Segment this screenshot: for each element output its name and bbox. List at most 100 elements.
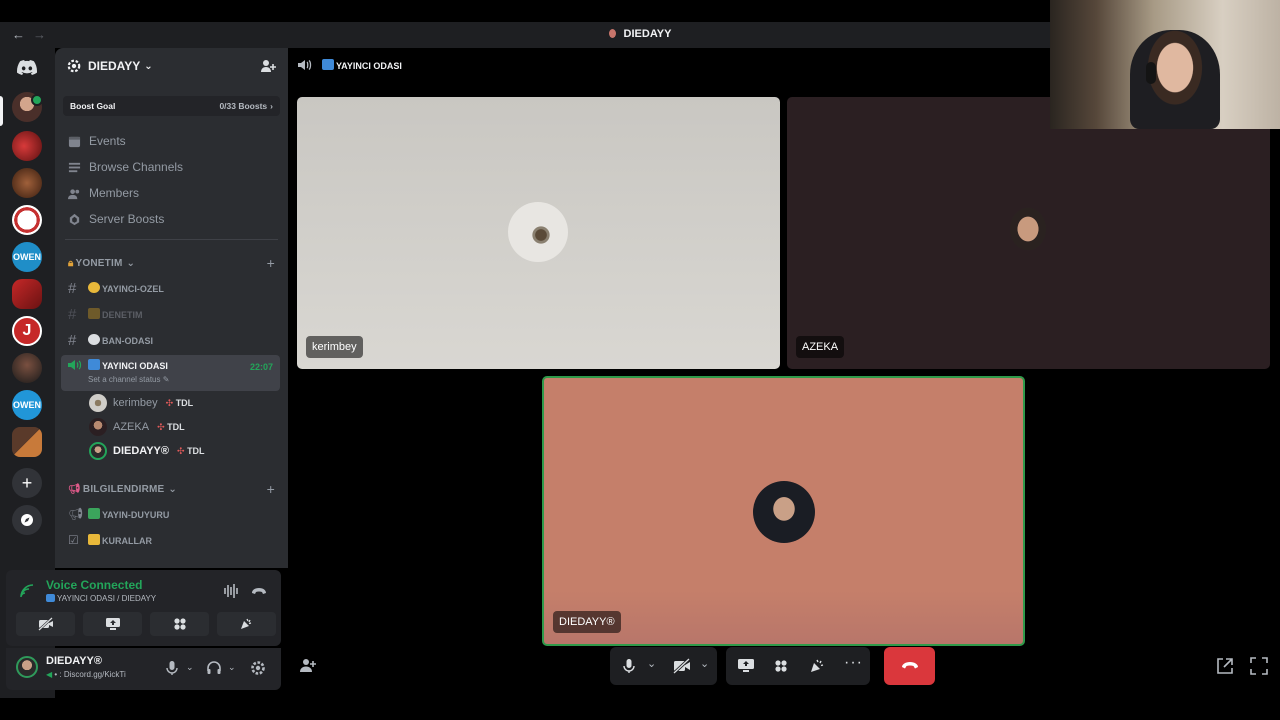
channel-ban-odasi[interactable]: # BAN-ODASI xyxy=(55,327,288,353)
invite-to-voice-icon[interactable] xyxy=(299,657,317,673)
server-menu: Events Browse Channels Members Server Bo… xyxy=(55,128,288,232)
hash-icon: # xyxy=(68,279,77,297)
user-status[interactable]: ◀︎ • : Discord.gg/KickTi xyxy=(46,670,150,679)
participant-name: DIEDAYY® xyxy=(553,611,621,633)
screen-share-button[interactable] xyxy=(737,658,755,674)
channel-denetim[interactable]: # DENETIM xyxy=(55,301,288,327)
activities-button[interactable] xyxy=(774,659,788,673)
boost-count: 0/33 Boosts xyxy=(219,101,268,111)
server-header[interactable]: DIEDAYY ⌄ xyxy=(55,48,288,84)
server-icon-8[interactable] xyxy=(12,353,42,383)
chevron-down-icon[interactable]: ⌄ xyxy=(186,662,194,673)
screen-share-button[interactable] xyxy=(83,612,142,636)
microphone-button[interactable] xyxy=(622,658,636,674)
server-folder-icon[interactable] xyxy=(12,427,42,457)
soundboard-button[interactable] xyxy=(217,612,276,636)
participant-avatar xyxy=(1000,202,1056,262)
voice-connected-panel: Voice Connected YAYINCI ODASI / DIEDAYY xyxy=(6,570,281,646)
video-tile-kerimbey[interactable]: kerimbey xyxy=(297,97,780,369)
voice-channel-yayinci-odasi[interactable]: YAYINCI ODASI 22:07 Set a channel status… xyxy=(61,355,280,391)
user-avatar[interactable] xyxy=(16,656,38,678)
voice-channel-name: YAYINCI ODASI xyxy=(102,361,168,371)
lock-icon: 🔒︎ xyxy=(68,257,74,269)
voice-user-name: AZEKA xyxy=(113,421,150,433)
chevron-down-icon[interactable]: ⌄ xyxy=(228,662,236,673)
server-icon-j[interactable]: J xyxy=(12,316,42,346)
voice-user-diedayy[interactable]: DIEDAYY® ✣ TDL xyxy=(55,439,288,463)
discord-home-icon[interactable] xyxy=(12,52,42,82)
settings-gear-icon[interactable] xyxy=(250,660,266,676)
headphones-icon[interactable] xyxy=(206,660,222,676)
hash-icon: # xyxy=(68,305,77,323)
invite-people-icon[interactable] xyxy=(260,58,276,74)
channel-label: YAYINCI-OZEL xyxy=(102,284,164,294)
voice-user-name: DIEDAYY® xyxy=(113,445,169,457)
add-server-icon[interactable]: + xyxy=(12,468,42,498)
calendar-icon xyxy=(68,136,81,147)
speaker-small-icon: ◀︎ xyxy=(46,670,53,679)
create-channel-icon[interactable]: + xyxy=(267,481,275,497)
disconnect-button[interactable] xyxy=(884,647,935,685)
participant-avatar xyxy=(753,481,815,543)
category-label: BILGILENDIRME xyxy=(82,483,165,495)
boost-goal-bar[interactable]: Boost Goal 0/33 Boosts › xyxy=(63,96,280,116)
category-bilgilendirme[interactable]: 📢︎ BILGILENDIRME ⌄ + xyxy=(55,477,288,501)
chevron-down-icon[interactable]: ⌄ xyxy=(700,657,709,670)
video-tile-diedayy[interactable]: DIEDAYY® xyxy=(542,376,1025,646)
voice-location[interactable]: YAYINCI ODASI / DIEDAYY xyxy=(46,594,156,603)
discover-icon[interactable] xyxy=(12,505,42,535)
speaker-icon xyxy=(298,59,312,71)
channel-label: DENETIM xyxy=(102,310,143,320)
channel-label: YAYIN-DUYURU xyxy=(102,510,170,520)
chevron-down-icon: ⌄ xyxy=(126,257,136,269)
category-yonetim[interactable]: 🔒︎ YONETIM ⌄ + xyxy=(55,251,288,275)
chevron-down-icon[interactable]: ⌄ xyxy=(647,657,656,670)
activities-button[interactable] xyxy=(150,612,209,636)
camera-button[interactable] xyxy=(673,658,691,674)
voice-user-azeka[interactable]: AZEKA ✣ TDL xyxy=(55,415,288,439)
more-options-icon[interactable]: ··· xyxy=(844,654,863,672)
rules-icon: ☑ xyxy=(68,533,79,547)
popout-icon[interactable] xyxy=(1216,657,1234,675)
server-name: DIEDAYY xyxy=(88,59,141,73)
voice-stage: YAYINCI ODASI kerimbey AZEKA DIEDAYY® ⌄ … xyxy=(288,48,1280,698)
voice-connected-label[interactable]: Voice Connected xyxy=(46,578,142,592)
screen-share-icon xyxy=(105,618,120,630)
hang-up-icon xyxy=(901,662,918,669)
channel-yayin-duyuru[interactable]: 📢︎ YAYIN-DUYURU xyxy=(55,501,288,527)
server-icon-owen[interactable]: OWEN xyxy=(12,242,42,272)
set-status-link[interactable]: Set a channel status ✎ xyxy=(88,375,273,384)
disconnect-icon[interactable] xyxy=(250,582,268,600)
server-icon-owen-2[interactable]: OWEN xyxy=(12,390,42,420)
create-channel-icon[interactable]: + xyxy=(267,255,275,271)
user-tag: TDL xyxy=(187,445,205,456)
menu-item-events[interactable]: Events xyxy=(55,128,288,154)
channel-yayinci-ozel[interactable]: # YAYINCI-OZEL xyxy=(55,275,288,301)
server-icon-2[interactable] xyxy=(12,131,42,161)
soundboard-button[interactable] xyxy=(809,658,825,674)
channel-sidebar: DIEDAYY ⌄ Boost Goal 0/33 Boosts › Event… xyxy=(55,48,288,568)
server-icon-3[interactable] xyxy=(12,168,42,198)
menu-item-browse-channels[interactable]: Browse Channels xyxy=(55,154,288,180)
menu-item-label: Server Boosts xyxy=(89,212,165,226)
menu-item-members[interactable]: Members xyxy=(55,180,288,206)
server-icon-6[interactable] xyxy=(12,279,42,309)
skull-icon xyxy=(88,334,100,345)
voice-location-text: YAYINCI ODASI / DIEDAYY xyxy=(57,594,157,603)
camera-button[interactable] xyxy=(16,612,75,636)
microphone-icon[interactable] xyxy=(164,660,180,676)
server-icon-4[interactable] xyxy=(12,205,42,235)
webcam-overlay xyxy=(1050,0,1280,129)
user-name[interactable]: DIEDAYY® xyxy=(46,655,102,667)
participant-name: AZEKA xyxy=(796,336,845,358)
noise-suppression-icon[interactable] xyxy=(222,582,240,600)
channel-kurallar[interactable]: ☑ KURALLAR xyxy=(55,527,288,553)
voice-user-kerimbey[interactable]: kerimbey ✣ TDL xyxy=(55,391,288,415)
streamer-figure xyxy=(1130,30,1220,129)
menu-item-label: Members xyxy=(89,186,140,200)
video-tile-azeka[interactable]: AZEKA xyxy=(787,97,1270,369)
menu-item-label: Browse Channels xyxy=(89,160,184,174)
fullscreen-icon[interactable] xyxy=(1250,657,1268,675)
menu-item-server-boosts[interactable]: Server Boosts xyxy=(55,206,288,232)
avatar xyxy=(89,418,107,436)
